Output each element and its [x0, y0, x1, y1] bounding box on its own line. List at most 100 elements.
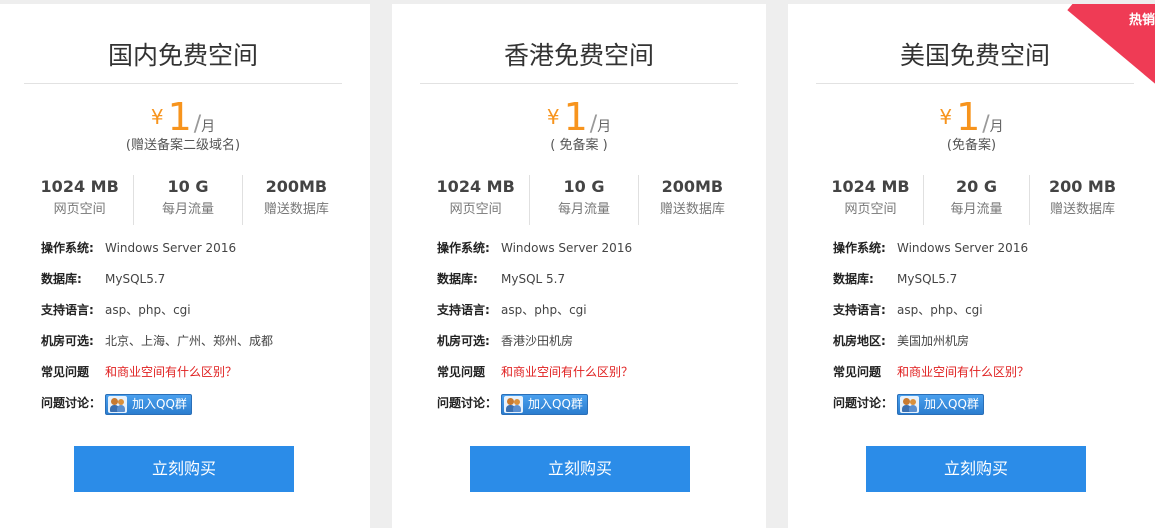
- spec-faq: 常见问题 和商业空间有什么区别？: [833, 357, 1155, 388]
- buy-now-button[interactable]: 立刻购买: [74, 446, 294, 492]
- spec-datacenter: 机房地区: 美国加州机房: [833, 326, 1155, 357]
- faq-link[interactable]: 和商业空间有什么区别？: [897, 357, 1029, 388]
- stat-value: 10 G: [563, 177, 605, 196]
- price-amount: 1: [956, 95, 981, 139]
- spec-value: asp、php、cgi: [105, 303, 191, 317]
- stat-monthly-traffic: 10 G 每月流量: [529, 175, 637, 225]
- spec-faq: 常见问题 和商业空间有什么区别？: [41, 357, 370, 388]
- price-amount: 1: [563, 95, 588, 139]
- price-currency: ¥: [546, 105, 560, 129]
- qq-group-icon: [504, 396, 523, 413]
- spec-value: asp、php、cgi: [501, 303, 587, 317]
- spec-value: 美国加州机房: [897, 334, 970, 348]
- spec-languages: 支持语言: asp、php、cgi: [437, 295, 766, 326]
- stat-label: 每月流量: [557, 202, 610, 217]
- spec-faq: 常见问题 和商业空间有什么区别？: [437, 357, 766, 388]
- qq-button-label: 加入QQ群: [924, 397, 979, 411]
- stat-monthly-traffic: 10 G 每月流量: [133, 175, 241, 225]
- price-amount: 1: [167, 95, 192, 139]
- stat-label: 每月流量: [161, 202, 214, 217]
- plan-price: ¥1/月: [392, 98, 766, 137]
- stat-label: 每月流量: [950, 202, 1003, 217]
- plan-specs: 操作系统: Windows Server 2016 数据库: MySQL 5.7…: [437, 233, 766, 419]
- spec-label: 问题讨论：: [41, 396, 102, 410]
- buy-now-button[interactable]: 立刻购买: [470, 446, 690, 492]
- spec-label: 机房可选:: [437, 334, 490, 348]
- plan-title: 香港免费空间: [420, 42, 738, 84]
- qq-group-icon: [108, 396, 127, 413]
- faq-link[interactable]: 和商业空间有什么区别？: [501, 357, 633, 388]
- spec-label: 支持语言:: [41, 303, 94, 317]
- plan-stats: 1024 MB 网页空间 10 G 每月流量 200MB 赠送数据库: [26, 175, 350, 225]
- plan-title: 美国免费空间: [816, 42, 1134, 84]
- spec-os: 操作系统: Windows Server 2016: [833, 233, 1155, 264]
- join-qq-group-button[interactable]: 加入QQ群: [501, 394, 588, 415]
- stat-web-space: 1024 MB 网页空间: [26, 175, 133, 225]
- stat-value: 10 G: [167, 177, 209, 196]
- spec-label: 机房可选:: [41, 334, 94, 348]
- spec-label: 数据库:: [437, 272, 478, 286]
- qq-group-icon: [900, 396, 919, 413]
- stat-web-space: 1024 MB 网页空间: [818, 175, 923, 225]
- spec-value: 香港沙田机房: [501, 334, 574, 348]
- buy-now-button[interactable]: 立刻购买: [866, 446, 1086, 492]
- stat-value: 200 MB: [1048, 177, 1117, 196]
- spec-label: 问题讨论：: [833, 396, 894, 410]
- join-qq-group-button[interactable]: 加入QQ群: [105, 394, 192, 415]
- spec-value: Windows Server 2016: [501, 241, 633, 255]
- spec-label: 操作系统:: [41, 241, 94, 255]
- faq-link[interactable]: 和商业空间有什么区别？: [105, 357, 237, 388]
- stat-label: 网页空间: [53, 202, 106, 217]
- spec-value: MySQL5.7: [897, 272, 958, 286]
- stat-web-space: 1024 MB 网页空间: [422, 175, 529, 225]
- stat-monthly-traffic: 20 G 每月流量: [923, 175, 1029, 225]
- price-unit: 月: [989, 119, 1004, 135]
- spec-label: 机房地区:: [833, 334, 886, 348]
- stat-database: 200 MB 赠送数据库: [1029, 175, 1135, 225]
- stat-value: 1024 MB: [831, 177, 910, 196]
- price-currency: ¥: [150, 105, 164, 129]
- spec-os: 操作系统: Windows Server 2016: [41, 233, 370, 264]
- spec-value: MySQL5.7: [105, 272, 166, 286]
- plan-card-usa: 热销 美国免费空间 ¥1/月 (免备案) 1024 MB 网页空间 20 G 每…: [788, 4, 1155, 528]
- spec-languages: 支持语言: asp、php、cgi: [833, 295, 1155, 326]
- spec-database: 数据库: MySQL 5.7: [437, 264, 766, 295]
- plan-gift-note: ( 免备案 ): [550, 138, 608, 153]
- stat-label: 网页空间: [449, 202, 502, 217]
- plan-stats: 1024 MB 网页空间 20 G 每月流量 200 MB 赠送数据库: [818, 175, 1135, 225]
- spec-label: 常见问题: [437, 365, 486, 379]
- spec-discussion: 问题讨论： 加入QQ群: [41, 388, 370, 419]
- spec-label: 支持语言:: [833, 303, 886, 317]
- price-currency: ¥: [939, 105, 953, 129]
- spec-languages: 支持语言: asp、php、cgi: [41, 295, 370, 326]
- spec-label: 操作系统:: [437, 241, 490, 255]
- spec-os: 操作系统: Windows Server 2016: [437, 233, 766, 264]
- spec-label: 支持语言:: [437, 303, 490, 317]
- join-qq-group-button[interactable]: 加入QQ群: [897, 394, 984, 415]
- spec-value: Windows Server 2016: [897, 241, 1029, 255]
- plan-gift-note: (免备案): [946, 138, 997, 153]
- hot-sale-badge: 热销: [1128, 13, 1155, 28]
- plan-price: ¥1/月: [788, 98, 1155, 137]
- qq-button-label: 加入QQ群: [132, 397, 187, 411]
- plan-card-hongkong: 香港免费空间 ¥1/月 ( 免备案 ) 1024 MB 网页空间 10 G 每月…: [392, 4, 766, 528]
- spec-value: asp、php、cgi: [897, 303, 983, 317]
- stat-value: 1024 MB: [40, 177, 119, 196]
- plan-title: 国内免费空间: [24, 42, 342, 84]
- spec-label: 数据库:: [833, 272, 874, 286]
- spec-label: 数据库:: [41, 272, 82, 286]
- stat-value: 1024 MB: [436, 177, 515, 196]
- price-unit: 月: [201, 119, 216, 135]
- spec-database: 数据库: MySQL5.7: [41, 264, 370, 295]
- plan-card-domestic: 国内免费空间 ¥1/月 (赠送备案二级域名) 1024 MB 网页空间 10 G…: [0, 4, 370, 528]
- plan-gift-note: (赠送备案二级域名): [125, 138, 241, 153]
- price-unit: 月: [597, 119, 612, 135]
- stat-database: 200MB 赠送数据库: [241, 175, 350, 225]
- spec-label: 常见问题: [833, 365, 882, 379]
- spec-discussion: 问题讨论： 加入QQ群: [437, 388, 766, 419]
- spec-discussion: 问题讨论： 加入QQ群: [833, 388, 1155, 419]
- spec-datacenter: 机房可选: 北京、上海、广州、郑州、成都: [41, 326, 370, 357]
- spec-value: 北京、上海、广州、郑州、成都: [105, 334, 274, 348]
- stat-label: 赠送数据库: [1049, 202, 1115, 217]
- spec-value: Windows Server 2016: [105, 241, 237, 255]
